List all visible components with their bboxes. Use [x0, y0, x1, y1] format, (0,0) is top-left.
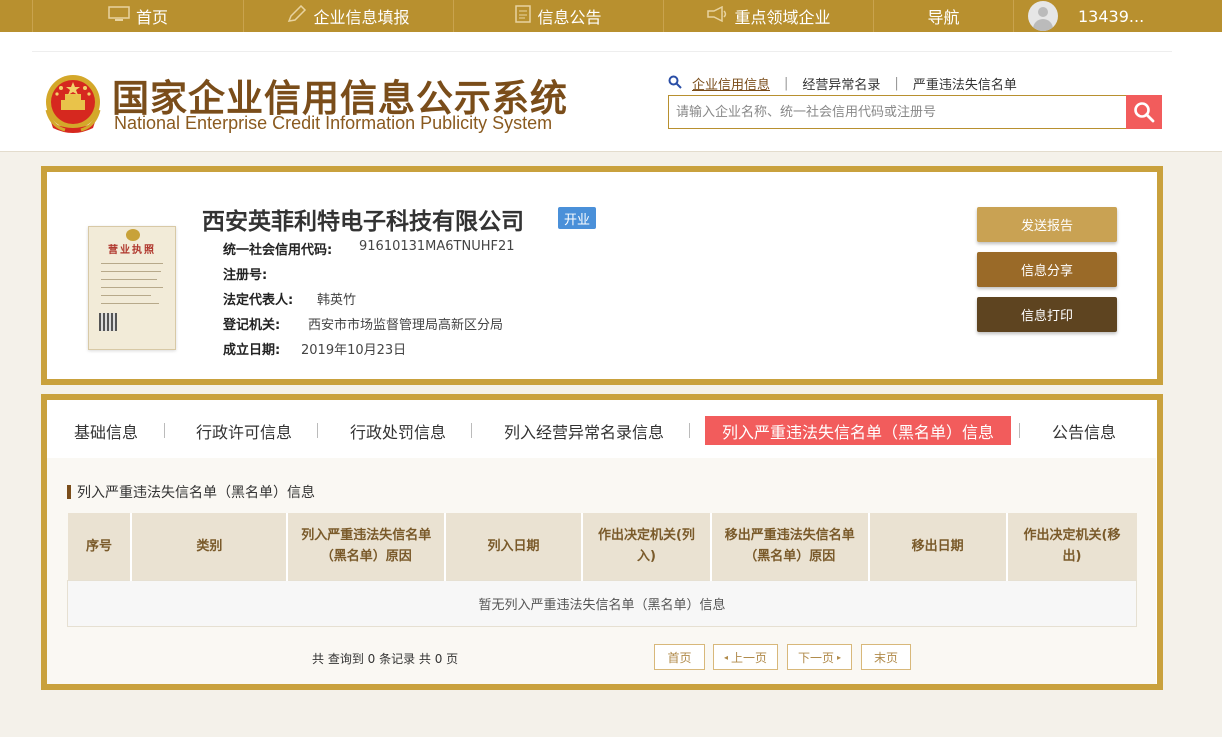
- nav-home[interactable]: 首页: [32, 0, 244, 32]
- link-separator: |: [784, 76, 789, 91]
- tab-abnormal-list[interactable]: 列入经营异常名录信息: [496, 416, 672, 445]
- first-page-button[interactable]: 首页: [654, 644, 705, 670]
- col-category: 类别: [131, 513, 289, 580]
- info-label: 成立日期:: [223, 343, 281, 358]
- info-registration-number: 注册号:: [223, 264, 303, 283]
- license-text-line: [101, 295, 151, 296]
- prev-page-label: 上一页: [731, 650, 768, 665]
- nav-announcements-label: 信息公告: [537, 8, 602, 27]
- col-index: 序号: [67, 513, 133, 580]
- info-establishment-date: 成立日期: 2019年10月23日: [223, 339, 406, 358]
- info-label: 统一社会信用代码:: [223, 243, 333, 258]
- qr-code-icon: [99, 313, 117, 331]
- tab-admin-penalty[interactable]: 行政处罚信息: [342, 416, 454, 445]
- info-value: 西安市市场监督管理局高新区分局: [308, 318, 504, 333]
- send-report-button[interactable]: 发送报告: [977, 207, 1117, 242]
- search-link-credit-info[interactable]: 企业信用信息: [692, 74, 770, 93]
- table-header-row: 序号 类别 列入严重违法失信名单（黑名单）原因 列入日期 作出决定机关(列入) …: [67, 513, 1137, 580]
- print-info-button[interactable]: 信息打印: [977, 297, 1117, 332]
- col-removal-date: 移出日期: [868, 513, 1008, 580]
- tab-separator: [689, 423, 690, 438]
- nav-navigation[interactable]: 导航: [874, 0, 1014, 32]
- last-page-button[interactable]: 末页: [861, 644, 911, 670]
- chevron-right-icon: ▸: [837, 652, 842, 662]
- next-page-label: 下一页: [797, 650, 834, 665]
- info-label: 法定代表人:: [223, 293, 294, 308]
- avatar: [1028, 1, 1058, 31]
- nav-navigation-label: 导航: [927, 8, 960, 27]
- prev-page-button[interactable]: ◂ 上一页: [713, 644, 778, 670]
- col-listing-authority: 作出决定机关(列入): [581, 513, 712, 580]
- top-navigation: 首页 企业信息填报 信息公告 重点领域企业 导航 13439...: [0, 0, 1222, 32]
- search-box: [668, 95, 1127, 129]
- blacklist-table: 序号 类别 列入严重违法失信名单（黑名单）原因 列入日期 作出决定机关(列入) …: [67, 513, 1137, 627]
- nav-enterprise-report-label: 企业信息填报: [313, 8, 410, 27]
- info-value: 韩英竹: [317, 293, 357, 308]
- col-listing-date: 列入日期: [445, 513, 583, 580]
- search-icon: [1134, 102, 1155, 123]
- user-menu[interactable]: 13439...: [1014, 0, 1222, 32]
- tab-admin-license[interactable]: 行政许可信息: [188, 416, 300, 445]
- license-text-line: [101, 287, 163, 288]
- search-button[interactable]: [1126, 95, 1162, 129]
- document-icon: [515, 5, 532, 27]
- tab-separator: [164, 423, 165, 438]
- megaphone-icon: [706, 5, 728, 26]
- section-title: 列入严重违法失信名单（黑名单）信息: [67, 482, 315, 502]
- company-name: 西安英菲利特电子科技有限公司: [202, 209, 524, 235]
- site-logo-subtitle: National Enterprise Credit Information P…: [114, 113, 553, 133]
- info-value: 91610131MA6TNUHF21: [359, 239, 515, 254]
- link-separator: |: [894, 76, 899, 91]
- info-registration-authority: 登记机关: 西安市市场监督管理局高新区分局: [223, 314, 503, 333]
- license-text-line: [101, 279, 157, 280]
- tab-blacklist[interactable]: 列入严重违法失信名单（黑名单）信息: [705, 416, 1011, 445]
- license-text-line: [101, 303, 159, 304]
- first-page-label: 首页: [667, 650, 692, 665]
- section-title-marker: [67, 485, 71, 499]
- nav-announcements[interactable]: 信息公告: [454, 0, 664, 32]
- license-seal-icon: [126, 229, 140, 241]
- empty-message: 暂无列入严重违法失信名单（黑名单）信息: [67, 579, 1137, 627]
- col-removal-authority: 作出决定机关(移出): [1006, 513, 1137, 580]
- search-link-abnormal-list[interactable]: 经营异常名录: [802, 74, 880, 93]
- tab-announcements[interactable]: 公告信息: [1040, 416, 1128, 445]
- edit-icon: [287, 4, 307, 27]
- pagination-summary: 共 查询到 0 条记录 共 0 页: [312, 652, 459, 666]
- national-emblem-icon: [45, 75, 101, 133]
- col-listing-reason: 列入严重违法失信名单（黑名单）原因: [287, 513, 447, 580]
- tab-separator: [471, 423, 472, 438]
- nav-home-label: 首页: [135, 8, 168, 27]
- license-text-line: [101, 271, 161, 272]
- share-info-button[interactable]: 信息分享: [977, 252, 1117, 287]
- info-label: 登记机关:: [223, 318, 281, 333]
- next-page-button[interactable]: 下一页 ▸: [787, 644, 852, 670]
- info-label: 注册号:: [223, 268, 268, 283]
- last-page-label: 末页: [873, 650, 898, 665]
- info-credit-code: 统一社会信用代码: 91610131MA6TNUHF21: [223, 239, 515, 258]
- license-text-line: [101, 263, 163, 264]
- section-title-text: 列入严重违法失信名单（黑名单）信息: [77, 485, 315, 501]
- table-row: 暂无列入严重违法失信名单（黑名单）信息: [67, 579, 1137, 627]
- info-legal-representative: 法定代表人: 韩英竹: [223, 289, 356, 308]
- info-value: 2019年10月23日: [301, 343, 407, 358]
- tab-separator: [317, 423, 318, 438]
- user-name: 13439...: [1078, 6, 1145, 26]
- header-divider: [32, 51, 1172, 52]
- monitor-icon: [108, 6, 130, 26]
- chevron-left-icon: ◂: [723, 652, 728, 662]
- tab-basic-info[interactable]: 基础信息: [62, 416, 150, 445]
- search-category-links: 企业信用信息 | 经营异常名录 | 严重违法失信名单: [668, 74, 1017, 93]
- business-license-thumbnail[interactable]: 营业执照: [88, 226, 176, 350]
- search-icon: [668, 75, 682, 93]
- tab-separator: [1019, 423, 1020, 438]
- status-badge: 开业: [558, 207, 596, 229]
- nav-key-sectors[interactable]: 重点领域企业: [664, 0, 874, 32]
- search-input[interactable]: [669, 96, 1126, 128]
- license-title: 营业执照: [108, 245, 156, 256]
- nav-enterprise-report[interactable]: 企业信息填报: [244, 0, 454, 32]
- col-removal-reason: 移出严重违法失信名单（黑名单）原因: [710, 513, 870, 580]
- search-link-blacklist[interactable]: 严重违法失信名单: [913, 74, 1017, 93]
- nav-key-sectors-label: 重点领域企业: [734, 8, 831, 27]
